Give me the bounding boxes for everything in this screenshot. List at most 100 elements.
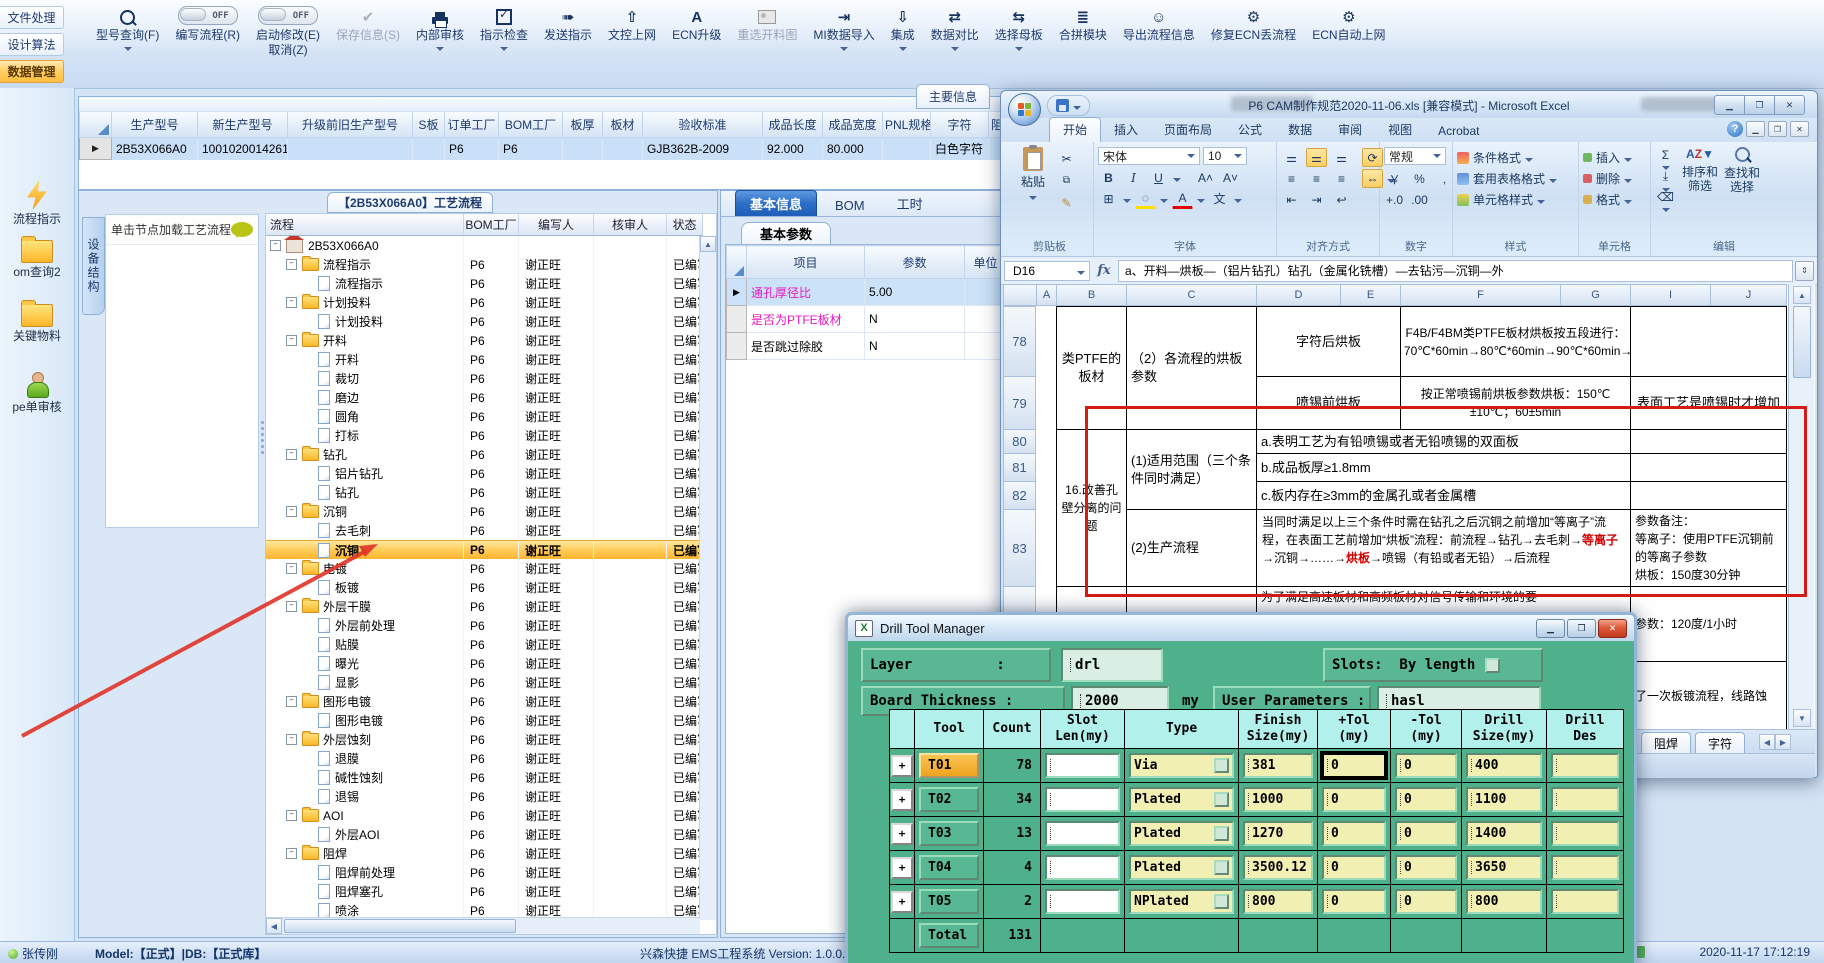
tree-row-打标[interactable]: 打标 P6谢正旺 已编写 xyxy=(266,426,716,445)
row-header-79[interactable]: 79 xyxy=(1003,376,1036,430)
grid-cell[interactable] xyxy=(882,137,931,160)
tab-工时[interactable]: 工时 xyxy=(883,191,937,216)
grid-cell[interactable] xyxy=(562,137,603,160)
cell-i85[interactable]: 了一次板镀流程，线路蚀 xyxy=(1630,661,1787,729)
cell-i83[interactable]: 参数备注： 等离子：使用PTFE沉铜前的等离子参数 烘板：150度30分钟 xyxy=(1630,509,1787,587)
qat-dropdown-icon[interactable] xyxy=(1073,105,1081,110)
dropdown-icon[interactable] xyxy=(1014,47,1023,51)
close-button[interactable]: ✕ xyxy=(1774,95,1805,115)
tool-button-T03[interactable]: T03 xyxy=(919,821,979,846)
shrink-font-button[interactable]: A˅ xyxy=(1220,168,1241,187)
fill-color-button[interactable]: ◌ xyxy=(1135,188,1156,209)
restore-button[interactable]: ❐ xyxy=(1744,95,1775,115)
ribbon-tab-审阅[interactable]: 审阅 xyxy=(1325,118,1375,142)
grid-column-成品长度[interactable]: 成品长度 xyxy=(762,112,823,138)
dropdown-icon[interactable] xyxy=(436,47,444,51)
cell-c83[interactable]: (2)生产流程 xyxy=(1126,509,1257,587)
minimize-button[interactable]: ▁ xyxy=(1536,618,1565,638)
slot-len-input[interactable] xyxy=(1045,855,1120,880)
type-select[interactable]: Plated xyxy=(1129,821,1234,846)
cell-f79[interactable]: 按正常喷锡前烘板参数烘板：150℃±10℃；60±5min xyxy=(1400,376,1631,430)
drill-row-T01[interactable]: + T01 78 Via 381 0 0 400 xyxy=(889,748,1624,783)
scrollbar-thumb[interactable] xyxy=(284,919,516,933)
tree-row-外层蚀刻[interactable]: − 外层蚀刻 P6谢正旺 已编写 xyxy=(266,730,716,749)
cell-empty[interactable] xyxy=(1630,481,1787,510)
drill-des-input[interactable] xyxy=(1551,821,1619,846)
sort-filter-button[interactable]: AZ▼ 排序和 筛选 xyxy=(1682,147,1718,208)
add-row-icon[interactable]: + xyxy=(891,754,913,777)
percent-button[interactable]: % xyxy=(1409,170,1430,189)
scroll-up-icon[interactable]: ▲ xyxy=(1793,286,1811,304)
toolbar-button-发送指示[interactable]: ➠ 发送指示 xyxy=(536,1,600,45)
tool-button-T01[interactable]: T01 xyxy=(919,753,979,778)
align-center-button[interactable]: ≡ xyxy=(1306,169,1327,188)
tree-row-2B53X066A0[interactable]: − 2B53X066A0 xyxy=(266,236,716,255)
tree-row-图形电镀[interactable]: − 图形电镀 P6谢正旺 已编写 xyxy=(266,692,716,711)
tree-column-BOM工厂[interactable]: BOM工厂 xyxy=(464,214,519,236)
tree-row-贴膜[interactable]: 贴膜 P6谢正旺 已编写 xyxy=(266,635,716,654)
sheet-tab[interactable]: 字符 xyxy=(1695,732,1746,754)
column-header-F[interactable]: F xyxy=(1400,284,1561,306)
toolbar-button-选择母板[interactable]: ⇆ 选择母板 xyxy=(987,1,1051,53)
row-header-82[interactable]: 82 xyxy=(1003,481,1036,510)
add-row-icon[interactable]: + xyxy=(891,890,913,913)
toolbar-button-ECN升级[interactable]: A ECN升级 xyxy=(664,1,729,45)
tab-scroll-right-icon[interactable]: ▶ xyxy=(1775,734,1791,750)
align-left-button[interactable]: ≡ xyxy=(1281,169,1302,188)
cell-d81[interactable]: b.成品板厚≥1.8mm xyxy=(1256,453,1631,482)
expand-box-icon[interactable]: − xyxy=(286,335,297,346)
tree-row-外层前处理[interactable]: 外层前处理 P6谢正旺 已编写 xyxy=(266,616,716,635)
quick-access-toolbar[interactable] xyxy=(1047,95,1090,116)
grow-font-button[interactable]: A˄ xyxy=(1195,168,1216,187)
tree-row-计划投料[interactable]: − 计划投料 P6谢正旺 已编写 xyxy=(266,293,716,312)
toolbar-button-合拼模块[interactable]: ≣ 合拼模块 xyxy=(1051,1,1115,45)
fill-button[interactable]: ⤓ xyxy=(1655,168,1676,192)
tree-row-去毛刺[interactable]: 去毛刺 P6谢正旺 已编写 xyxy=(266,521,716,540)
grid-column-成品宽度[interactable]: 成品宽度 xyxy=(822,112,883,138)
wrap-text-button[interactable]: ↩ xyxy=(1331,190,1352,209)
tab-BOM[interactable]: BOM xyxy=(821,195,879,216)
ribbon-tab-开始[interactable]: 开始 xyxy=(1049,117,1102,142)
cell-styles-button[interactable]: 单元格样式 xyxy=(1457,189,1574,210)
type-select[interactable]: NPlated xyxy=(1129,889,1234,914)
tree-row-开料[interactable]: 开料 P6谢正旺 已编写 xyxy=(266,350,716,369)
column-header-I[interactable]: I xyxy=(1630,284,1711,306)
borders-button[interactable]: ⊞ xyxy=(1098,189,1119,208)
paste-button[interactable]: 粘贴 xyxy=(1010,145,1056,212)
tab-基本信息[interactable]: 基本信息 xyxy=(735,190,818,216)
toolbar-button-MI数据导入[interactable]: ⇥ MI数据导入 xyxy=(805,1,882,53)
ribbon-tab-页面布局[interactable]: 页面布局 xyxy=(1151,118,1225,142)
tree-row-显影[interactable]: 显影 P6谢正旺 已编写 xyxy=(266,673,716,692)
expand-box-icon[interactable]: − xyxy=(286,563,297,574)
underline-button[interactable]: U xyxy=(1148,168,1169,187)
tree-row-外层AOI[interactable]: 外层AOI P6谢正旺 已编写 xyxy=(266,825,716,844)
type-select[interactable]: Via xyxy=(1129,753,1234,778)
grid-column-PNL规格[interactable]: PNL规格 xyxy=(882,112,931,138)
help-icon[interactable]: ? xyxy=(1727,121,1743,137)
off-toggle[interactable]: OFF xyxy=(177,6,238,25)
column-header-J[interactable]: J xyxy=(1710,284,1787,306)
drill-row-T04[interactable]: + T04 4 Plated 3500.12 0 0 3650 xyxy=(889,850,1624,885)
finish-size-input[interactable]: 1000 xyxy=(1243,787,1313,812)
layer-input[interactable]: drl xyxy=(1061,648,1163,682)
cell-d83[interactable]: 当同时满足以上三个条件时需在钻孔之后沉铜之前增加“等离子”流程，在表面工艺前增加… xyxy=(1256,509,1631,587)
tree-row-电镀[interactable]: − 电镀 P6谢正旺 已编写 xyxy=(266,559,716,578)
tree-row-铝片钻孔[interactable]: 铝片钻孔 P6谢正旺 已编写 xyxy=(266,464,716,483)
column-header-A[interactable]: A xyxy=(1036,284,1057,306)
tree-row-流程指示[interactable]: − 流程指示 P6谢正旺 已编写 xyxy=(266,255,716,274)
font-size-select[interactable]: 10 xyxy=(1203,147,1247,165)
plus-tol-input[interactable]: 0 xyxy=(1322,753,1386,778)
cell-i79[interactable]: 表面工艺是喷锡时才增加 xyxy=(1630,376,1787,430)
params-column-参数[interactable]: 参数 xyxy=(864,245,965,279)
name-box[interactable]: D16 xyxy=(1004,260,1090,281)
grid-cell[interactable]: 80.000 xyxy=(822,137,883,160)
finish-size-input[interactable]: 800 xyxy=(1243,889,1313,914)
toolbar-button-导出流程信息[interactable]: ☺ 导出流程信息 xyxy=(1115,1,1203,45)
grid-column-字符[interactable]: 字符 xyxy=(930,112,989,138)
grid-column-BOM工厂[interactable]: BOM工厂 xyxy=(498,112,563,138)
product-row[interactable]: ▶ 2B53X066A0 10010200142613 P6 P6 GJB362B-200… xyxy=(79,137,1002,160)
cell-empty[interactable] xyxy=(1630,453,1787,482)
row-header-80[interactable]: 80 xyxy=(1003,429,1036,454)
align-bottom-button[interactable]: ⚌ xyxy=(1331,148,1352,167)
grid-corner-header[interactable] xyxy=(79,112,112,138)
